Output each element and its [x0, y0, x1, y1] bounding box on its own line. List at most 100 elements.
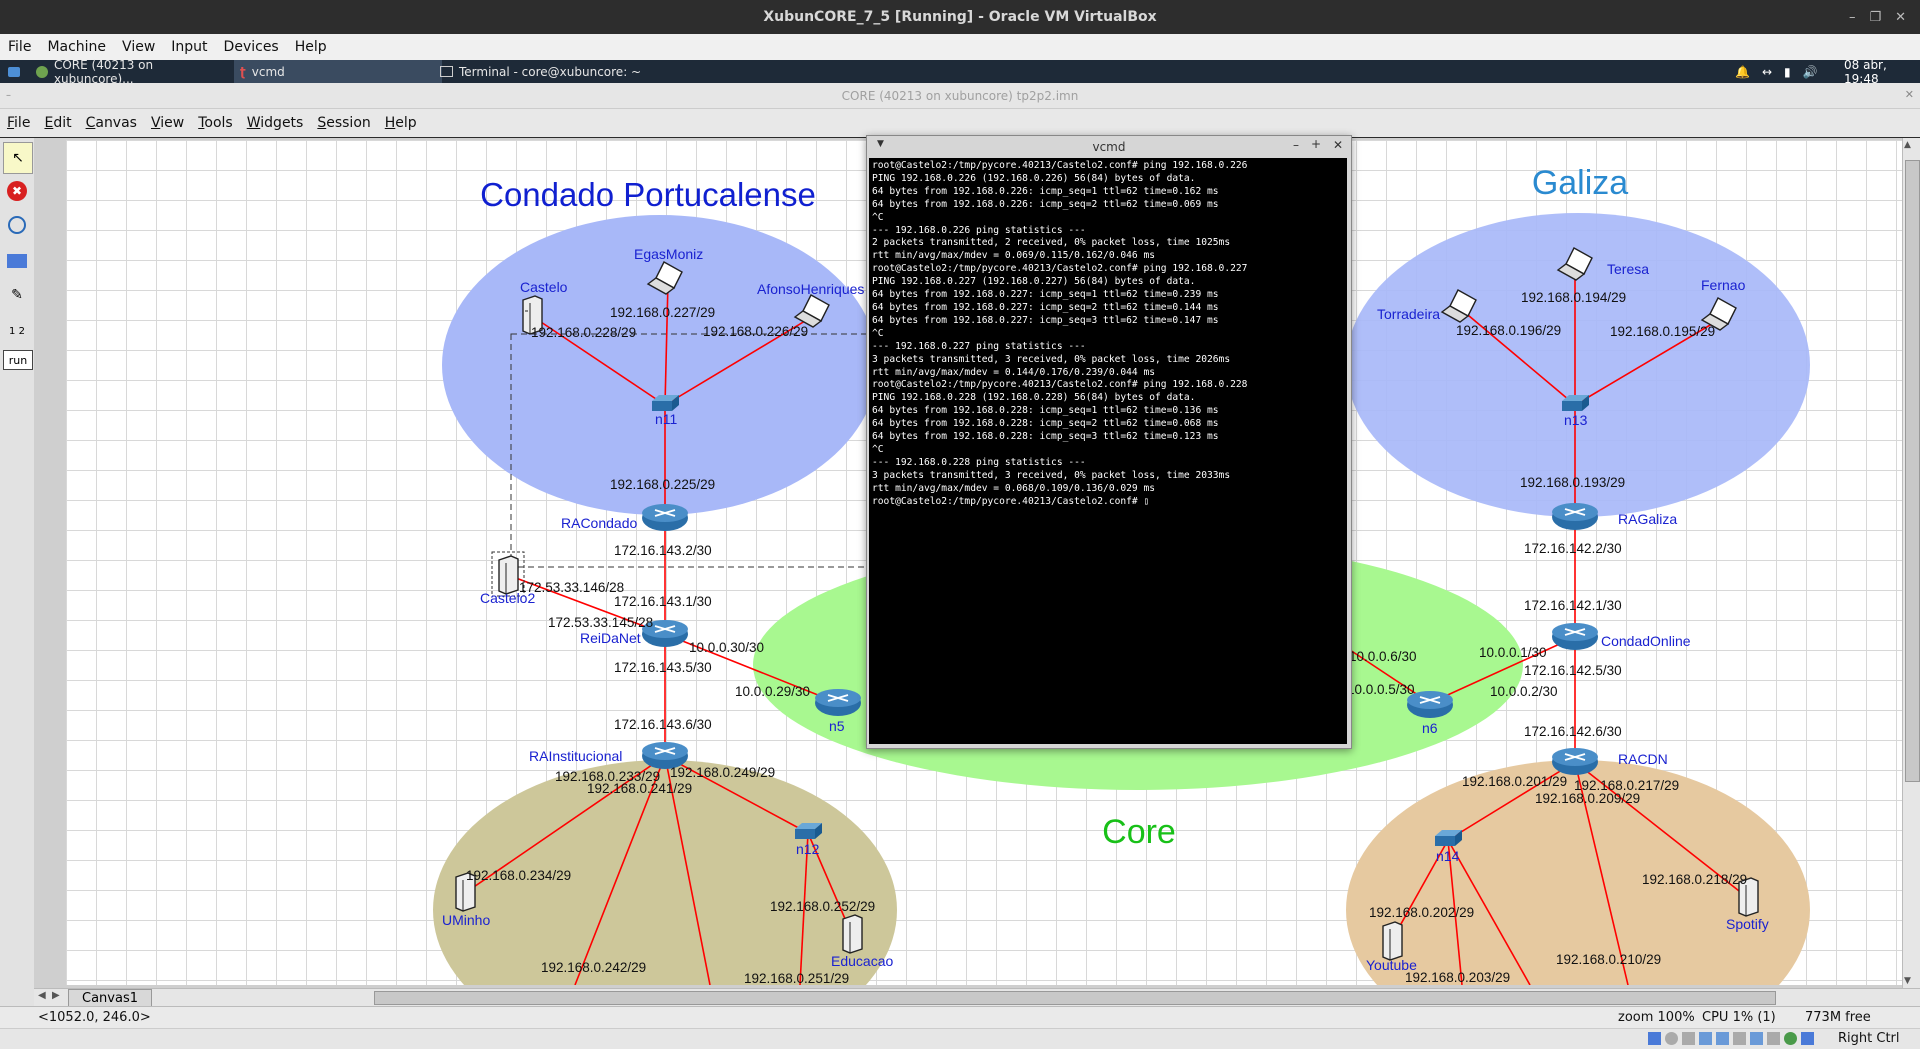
vcmd-title-bar[interactable]: ▼ vcmd – + ✕ — [867, 136, 1351, 158]
network-icon[interactable]: ↔ — [1762, 65, 1772, 79]
vbox-menu-file[interactable]: File — [0, 39, 39, 55]
horizontal-scrollbar[interactable]: ◀ ▶ Canvas1 — [34, 988, 1920, 1007]
terminal-line: ^C — [872, 443, 884, 455]
core-menu-help[interactable]: Help — [378, 115, 424, 131]
battery-icon[interactable]: ▮ — [1784, 65, 1791, 79]
xfce-menu-icon[interactable] — [2, 60, 32, 83]
close-icon[interactable]: ✕ — [1333, 138, 1343, 152]
terminal-line: PING 192.168.0.227 (192.168.0.227) 56(84… — [872, 276, 1196, 288]
task-terminal[interactable]: Terminal - core@xubuncore: ~ — [434, 60, 666, 83]
scroll-up-icon[interactable]: ▲ — [1904, 140, 1911, 150]
mouse-integration-icon[interactable] — [1801, 1032, 1814, 1045]
label-n6: n6 — [1422, 720, 1438, 736]
label-castelo: Castelo — [520, 279, 568, 295]
bell-icon[interactable]: 🔔 — [1735, 65, 1750, 79]
scroll-down-icon[interactable]: ▼ — [1904, 976, 1911, 986]
server-educacao[interactable] — [842, 914, 863, 954]
observer-tool[interactable] — [3, 210, 31, 240]
zoom-level: zoom 100% — [1618, 1010, 1695, 1025]
core-menu-session[interactable]: Session — [310, 115, 377, 131]
audio-icon[interactable] — [1682, 1032, 1695, 1045]
link-label: 172.53.33.146/28 — [519, 580, 624, 595]
vbox-menu-input[interactable]: Input — [163, 39, 215, 55]
scroll-right-icon[interactable]: ▶ — [52, 990, 60, 1001]
close-icon[interactable]: ✕ — [1895, 10, 1906, 25]
label-afonso: AfonsoHenriques — [757, 281, 864, 297]
core-menu-view[interactable]: View — [144, 115, 191, 131]
network-adapter-icon[interactable] — [1699, 1032, 1712, 1045]
restore-icon[interactable]: ❐ — [1869, 10, 1881, 25]
router-racdn[interactable] — [1552, 748, 1598, 775]
vcmd-window[interactable]: ▼ vcmd – + ✕ root@Castelo2:/tmp/pycore.4… — [866, 135, 1352, 749]
label-spotify: Spotify — [1726, 916, 1769, 932]
area-title-galiza: Galiza — [1532, 164, 1628, 202]
run-tool[interactable]: run — [3, 350, 33, 370]
task-core[interactable]: CORE (40213 on xubuncore)... — [30, 57, 242, 86]
task-vcmd[interactable]: ʈ vcmd — [234, 60, 442, 83]
terminal-line: 64 bytes from 192.168.0.226: icmp_seq=1 … — [872, 185, 1219, 197]
core-menu-tools[interactable]: Tools — [191, 115, 240, 131]
core-menu-canvas[interactable]: Canvas — [79, 115, 144, 131]
vertical-scrollbar[interactable]: ▲ ▼ — [1902, 138, 1920, 988]
two-node-tool[interactable]: 1 2 — [3, 316, 31, 346]
link-label: 192.168.0.195/29 — [1610, 324, 1715, 339]
router-condadonline[interactable] — [1552, 623, 1598, 650]
label-condadonline: CondadOnline — [1601, 633, 1691, 649]
area-title-condado: Condado Portucalense — [480, 176, 816, 213]
core-menu-edit[interactable]: Edit — [37, 115, 78, 131]
volume-icon[interactable]: 🔊 — [1803, 65, 1818, 79]
server-youtube[interactable] — [1382, 921, 1403, 961]
minimize-icon[interactable]: – — [1849, 10, 1856, 25]
link-label: 172.16.142.5/30 — [1524, 663, 1622, 678]
stop-tool[interactable]: ✖ — [3, 176, 31, 206]
core-close-icon[interactable]: ✕ — [1905, 88, 1914, 101]
vbox-menu-machine[interactable]: Machine — [39, 39, 114, 55]
label-rainst: RAInstitucional — [529, 748, 622, 764]
link-label: 192.168.0.251/29 — [744, 971, 849, 985]
vbox-menu-devices[interactable]: Devices — [216, 39, 287, 55]
usb-icon[interactable] — [1716, 1032, 1729, 1045]
window-menu-icon[interactable]: ▼ — [877, 139, 884, 149]
vbox-status-tray: Right Ctrl — [0, 1028, 1920, 1049]
terminal-output[interactable]: root@Castelo2:/tmp/pycore.40213/Castelo2… — [869, 158, 1347, 744]
display-icon[interactable] — [1750, 1032, 1763, 1045]
link-label: 192.168.0.228/29 — [531, 325, 636, 340]
vbox-menu-help[interactable]: Help — [287, 39, 335, 55]
marker-tool[interactable]: ✎ — [3, 280, 31, 310]
core-menu-file[interactable]: File — [0, 115, 37, 131]
core-app-icon — [36, 65, 48, 78]
cpu-usage: CPU 1% (1) — [1702, 1010, 1776, 1025]
label-n13: n13 — [1564, 412, 1588, 428]
router-n5[interactable] — [815, 689, 861, 716]
cpu-icon[interactable] — [1784, 1032, 1797, 1045]
terminal-line: rtt min/avg/max/mdev = 0.144/0.176/0.239… — [872, 366, 1156, 378]
horizontal-scroll-thumb[interactable] — [374, 991, 1776, 1005]
recording-icon[interactable] — [1767, 1032, 1780, 1045]
vbox-menu-view[interactable]: View — [114, 39, 163, 55]
hdd-icon[interactable] — [1648, 1032, 1661, 1045]
window-menu-icon[interactable]: – — [6, 90, 11, 101]
select-tool[interactable]: ↖ — [3, 142, 33, 174]
minimize-icon[interactable]: – — [1293, 138, 1299, 152]
router-racondado[interactable] — [642, 504, 688, 531]
shared-folder-icon[interactable] — [1733, 1032, 1746, 1045]
terminal-line: --- 192.168.0.226 ping statistics --- — [872, 224, 1086, 236]
clock[interactable]: 08 abr, 19:48 — [1844, 58, 1920, 86]
terminal-line: PING 192.168.0.226 (192.168.0.226) 56(84… — [872, 172, 1196, 184]
plot-tool[interactable] — [3, 246, 31, 276]
vertical-scroll-thumb[interactable] — [1905, 160, 1920, 782]
terminal-line: --- 192.168.0.228 ping statistics --- — [872, 456, 1086, 468]
scroll-left-icon[interactable]: ◀ — [38, 990, 46, 1001]
router-ragaliza[interactable] — [1552, 503, 1598, 530]
link-label: 172.53.33.145/28 — [548, 615, 653, 630]
optical-icon[interactable] — [1665, 1032, 1678, 1045]
link-label: 192.168.0.225/29 — [610, 477, 715, 492]
vbox-device-icons — [1648, 1032, 1814, 1045]
canvas-tab[interactable]: Canvas1 — [68, 989, 152, 1007]
core-menu-widgets[interactable]: Widgets — [240, 115, 311, 131]
maximize-icon[interactable]: + — [1311, 137, 1321, 151]
link-label: 172.16.143.5/30 — [614, 660, 712, 675]
label-egasmoniz: EgasMoniz — [634, 246, 703, 262]
label-n5: n5 — [829, 718, 845, 734]
task-core-label: CORE (40213 on xubuncore)... — [53, 57, 154, 86]
